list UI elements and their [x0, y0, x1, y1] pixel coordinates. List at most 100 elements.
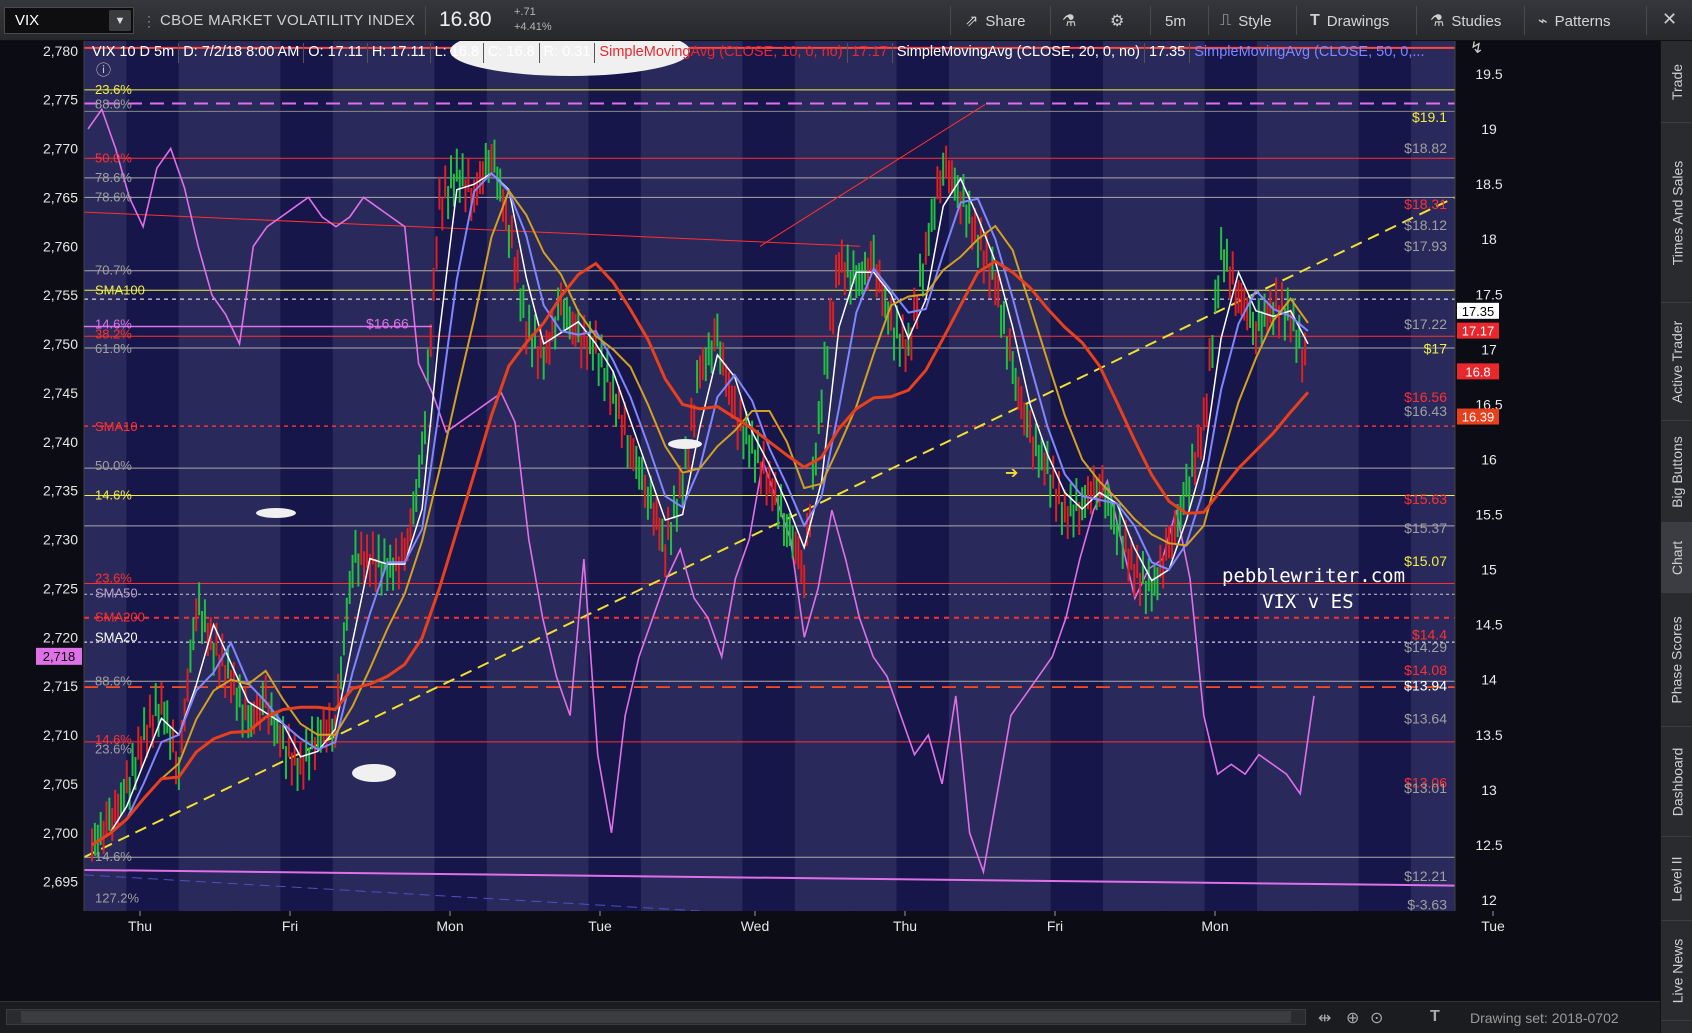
drawing-set-label: Drawing set: 2018-0702: [1470, 1010, 1619, 1026]
divider: [1524, 6, 1525, 35]
style-button[interactable]: ⎍ Style: [1220, 9, 1272, 33]
tab-label: Chart: [1669, 540, 1686, 575]
timeframe-button[interactable]: 5m: [1165, 9, 1186, 33]
chart-title: VIX 10 D 5m: [88, 43, 180, 63]
vix-badge-text: 16.39: [1462, 410, 1495, 425]
tab-chart[interactable]: Chart: [1661, 523, 1692, 593]
right-tab-bar: Trade Times And Sales Active Trader Big …: [1660, 41, 1692, 1033]
left-tick-label: 2,765: [43, 189, 78, 205]
fib-label-left: 61.8%: [95, 341, 132, 356]
style-label: Style: [1238, 12, 1272, 30]
fib-label-left: 23.6%: [95, 571, 132, 586]
share-button[interactable]: ⇗ Share: [965, 9, 1025, 33]
bar-low: L: 16.8: [431, 43, 484, 63]
drawings-button[interactable]: T Drawings: [1310, 9, 1389, 33]
fib-label-right: $18.12: [1404, 217, 1447, 233]
divider: [1150, 6, 1151, 35]
patterns-label: Patterns: [1554, 12, 1611, 30]
crosshair-icon[interactable]: ⊕: [1346, 1008, 1359, 1028]
change-value: +.71: [514, 6, 536, 18]
time-scrollbar[interactable]: [6, 1009, 1306, 1025]
marker-oval: [352, 764, 396, 782]
session-band: [545, 41, 589, 911]
fib-label-right: $14.29: [1404, 639, 1447, 655]
settings-button[interactable]: ⚙: [1110, 9, 1124, 33]
fib-label-right: $16.43: [1404, 403, 1447, 419]
tab-label: Phase Scores: [1669, 615, 1686, 704]
symbol-text: VIX: [15, 12, 40, 29]
chart-bottom-bar: ⇹ ⊕ ⊙ T Drawing set: 2018-0702: [0, 1001, 1660, 1033]
left-axis-panel: [0, 41, 84, 991]
fib-label-right: $13.94: [1404, 677, 1447, 693]
tab-phase-scores[interactable]: Phase Scores: [1661, 593, 1692, 727]
flask-icon: ⚗: [1062, 13, 1077, 30]
fib-label-left: 127.2%: [95, 890, 140, 905]
left-tick-label: 2,735: [43, 483, 78, 499]
tab-dashboard[interactable]: Dashboard: [1661, 727, 1692, 837]
fib-label-right: $17.22: [1404, 316, 1447, 332]
patterns-icon: ⌁: [1538, 13, 1548, 30]
vix-badge-text: 17.35: [1462, 304, 1495, 319]
tab-trade[interactable]: Trade: [1661, 41, 1692, 123]
fib-label-left: 14.6%: [95, 849, 132, 864]
x-tick-label: Fri: [1047, 918, 1063, 934]
scrollbar-thumb[interactable]: [21, 1011, 1291, 1023]
fib-label-left: 23.6%: [95, 82, 132, 97]
close-icon[interactable]: ✕: [1662, 9, 1677, 30]
bar-range: R: 0.31: [540, 43, 596, 63]
left-tick-label: 2,750: [43, 336, 78, 352]
tab-live-news[interactable]: Live News: [1661, 921, 1692, 1021]
grip-icon[interactable]: ⋮: [142, 12, 156, 30]
divider: [425, 6, 426, 35]
session-band: [178, 41, 238, 911]
tab-level-ii[interactable]: Level II: [1661, 837, 1692, 921]
symbol-description: CBOE MARKET VOLATILITY INDEX: [160, 12, 416, 29]
fib-label-left: SMA50: [95, 585, 138, 600]
right-tick-label: 15.5: [1475, 507, 1502, 523]
timeframe-label: 5m: [1165, 12, 1186, 30]
tab-label: Level II: [1669, 855, 1686, 902]
change-percent: +4.41%: [514, 21, 552, 33]
share-label: Share: [985, 12, 1026, 30]
fib-label-right: $17: [1424, 340, 1448, 356]
text-tool-icon[interactable]: T: [1430, 1008, 1440, 1026]
price-chart[interactable]: ➔ 2,780 2,775 2,770 2,765 2,760 2,755 2,750 2,74…: [0, 41, 1660, 991]
session-band: [1315, 41, 1359, 911]
sma10-value: 17.17: [848, 43, 893, 63]
right-tick-label: 14: [1481, 672, 1497, 688]
left-tick-label: 2,700: [43, 825, 78, 841]
symbol-dropdown-icon[interactable]: ▼: [109, 10, 131, 31]
session-band: [486, 41, 546, 911]
x-axis-panel: [0, 911, 1660, 991]
fib-label-left: SMA20: [95, 629, 138, 644]
tab-label: Active Trader: [1669, 320, 1686, 403]
left-tick-label: 2,715: [43, 678, 78, 694]
bar-close: C: 16.8: [484, 43, 540, 63]
tab-label: Times And Sales: [1669, 160, 1685, 265]
patterns-button[interactable]: ⌁ Patterns: [1538, 9, 1611, 33]
divider: [950, 6, 951, 35]
tab-times-and-sales[interactable]: Times And Sales: [1661, 123, 1692, 303]
tab-active-trader[interactable]: Active Trader: [1661, 303, 1692, 421]
right-tick-label: 17: [1481, 341, 1497, 357]
divider: [1646, 6, 1647, 35]
tab-label: Trade: [1669, 63, 1685, 100]
studies-button[interactable]: ⚗ Studies: [1430, 9, 1501, 33]
divider: [1208, 6, 1209, 35]
left-tick-label: 2,720: [43, 629, 78, 645]
zoom-pan-icon[interactable]: ⇹: [1318, 1008, 1331, 1028]
zoom-icon[interactable]: ⊙: [1370, 1008, 1383, 1028]
right-tick-label: 15: [1481, 562, 1497, 578]
tab-big-buttons[interactable]: Big Buttons: [1661, 421, 1692, 523]
style-icon: ⎍: [1220, 12, 1232, 29]
symbol-input[interactable]: VIX ▼: [4, 7, 134, 34]
x-tick-label: Wed: [741, 918, 770, 934]
x-tick-label: Thu: [893, 918, 917, 934]
flask-button[interactable]: ⚗: [1062, 9, 1076, 33]
session-band: [948, 41, 1008, 911]
marker-oval: [256, 508, 296, 518]
x-tick-label: Tue: [588, 918, 612, 934]
fib-label-right: $18.31: [1404, 196, 1447, 212]
fib-label-left: 78.6%: [95, 170, 132, 185]
watermark-title: VIX v ES: [1262, 591, 1354, 613]
